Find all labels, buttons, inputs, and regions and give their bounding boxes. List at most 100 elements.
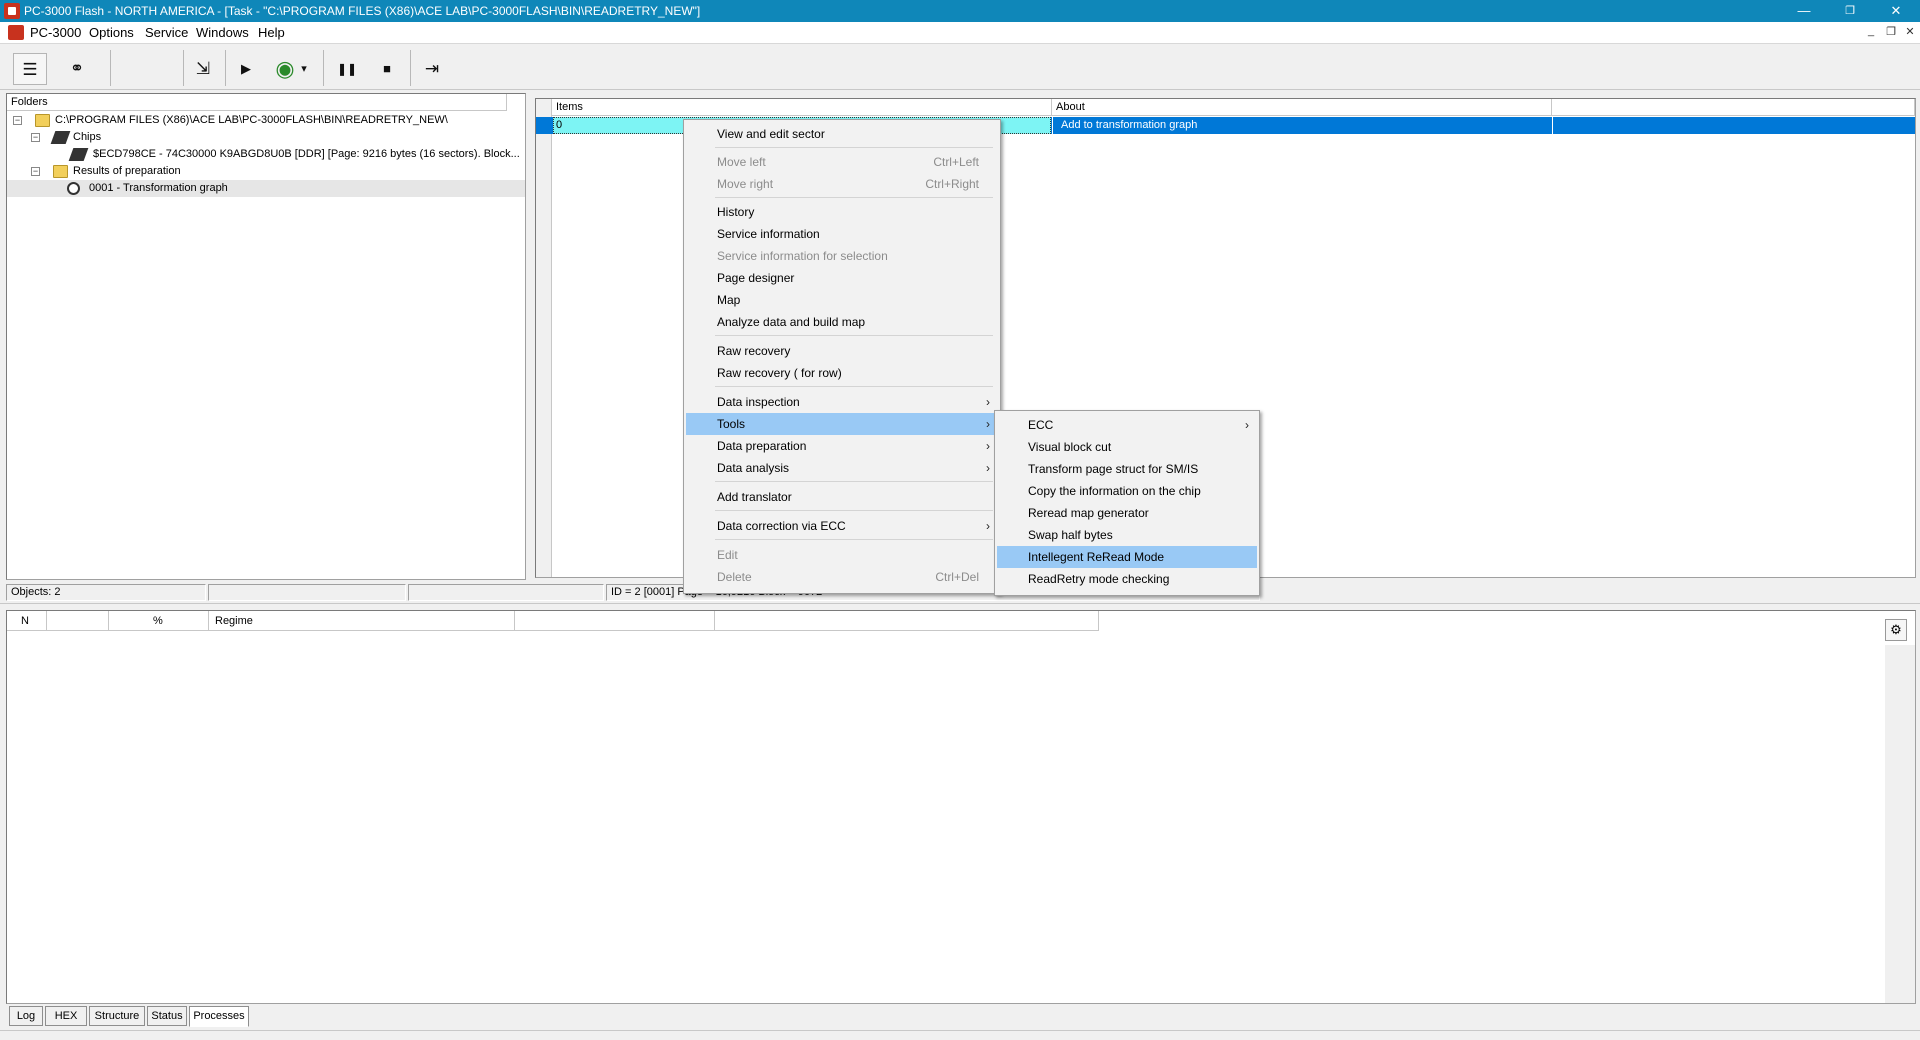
menu-separator [715,197,993,198]
panel-settings-icon[interactable]: ⚙ [1885,619,1907,641]
chevron-down-icon[interactable]: ▾ [298,53,310,85]
submenu-item-copy-information-on-chip[interactable]: Copy the information on the chip [997,480,1257,502]
mdi-minimize-button[interactable]: _ [1863,25,1879,37]
submenu-arrow-icon: › [986,461,990,475]
pc3000-logo-icon [8,25,24,40]
tab-structure[interactable]: Structure [89,1006,145,1026]
submenu-arrow-icon: › [1245,418,1249,432]
tools-submenu: ECC › Visual block cut Transform page str… [994,410,1260,596]
column-header-blank[interactable] [715,611,1099,631]
menu-options[interactable]: Options [89,25,134,40]
menu-item-service-information[interactable]: Service information [686,223,998,245]
collapse-icon[interactable]: − [13,116,22,125]
horizontal-splitter[interactable] [0,603,1920,607]
menu-help[interactable]: Help [258,25,285,40]
menu-item-edit[interactable]: Edit [686,544,998,566]
play-icon[interactable]: ▶ [229,53,263,85]
menu-item-add-translator[interactable]: Add translator [686,486,998,508]
tree-item-transformation-graph[interactable]: 0001 - Transformation graph [7,180,525,197]
submenu-item-visual-block-cut[interactable]: Visual block cut [997,436,1257,458]
menu-item-page-designer[interactable]: Page designer [686,267,998,289]
column-header-blank[interactable] [47,611,109,631]
submenu-item-reread-map-generator[interactable]: Reread map generator [997,502,1257,524]
toolbar: ☰ ⚭ ⇲ ▶ ◉ ▾ ❚❚ ■ ⇥ [0,43,1920,90]
submenu-item-readretry-mode-checking[interactable]: ReadRetry mode checking [997,568,1257,590]
submenu-item-transform-page-struct[interactable]: Transform page struct for SM/IS [997,458,1257,480]
objects-count: Objects: 2 [6,584,206,601]
tab-status[interactable]: Status [147,1006,187,1026]
tree-item-label: $ECD798CE - 74C30000 K9ABGD8U0B [DDR] [P… [93,148,520,160]
chips-icon [50,131,71,144]
tree-item-label: Chips [73,131,102,143]
stop-icon[interactable]: ■ [370,53,404,85]
binoculars-icon[interactable]: ⚭ [60,53,94,85]
column-header-about[interactable]: About [1052,99,1552,116]
exit-icon[interactable]: ⇥ [415,53,449,85]
submenu-item-ecc[interactable]: ECC › [997,414,1257,436]
menu-pc3000[interactable]: PC-3000 [30,25,81,40]
folder-open-icon [35,114,50,127]
submenu-item-intellegent-reread-mode[interactable]: Intellegent ReRead Mode [997,546,1257,568]
vertical-splitter[interactable] [528,93,533,580]
chip-icon [68,148,89,161]
menu-item-service-information-for-selection[interactable]: Service information for selection [686,245,998,267]
graph-icon [67,182,80,195]
menu-windows[interactable]: Windows [196,25,249,40]
column-header-empty [1552,99,1915,116]
export-icon[interactable]: ⇲ [186,53,220,85]
menu-item-analyze-data-and-build-map[interactable]: Analyze data and build map [686,311,998,333]
tree-item-label: Results of preparation [73,165,181,177]
menu-item-map[interactable]: Map [686,289,998,311]
menu-item-move-right[interactable]: Move right Ctrl+Right [686,173,998,195]
column-header-regime[interactable]: Regime [209,611,515,631]
status-cell [408,584,604,601]
tab-processes[interactable]: Processes [189,1006,249,1027]
collapse-icon[interactable]: − [31,133,40,142]
globe-computer-icon[interactable]: ◉ [268,53,302,85]
menu-item-data-correction-via-ecc[interactable]: Data correction via ECC › [686,515,998,537]
pause-icon[interactable]: ❚❚ [330,53,364,85]
menu-separator [715,510,993,511]
menu-bar: PC-3000 Options Service Windows Help _ ❐… [0,22,1920,43]
minimize-button[interactable]: — [1782,0,1826,22]
toolbar-separator [110,50,111,86]
menu-item-history[interactable]: History [686,201,998,223]
toolbar-separator [323,50,324,86]
menu-item-tools[interactable]: Tools › [686,413,998,435]
column-header-items[interactable]: Items [552,99,1052,116]
toolbar-separator [410,50,411,86]
submenu-arrow-icon: › [986,439,990,453]
folders-panel: Folders − C:\PROGRAM FILES (X86)\ACE LAB… [6,93,526,580]
menu-item-data-inspection[interactable]: Data inspection › [686,391,998,413]
task-icon[interactable]: ☰ [13,53,47,85]
title-bar: PC-3000 Flash - NORTH AMERICA - [Task - … [0,0,1920,22]
column-header-n[interactable]: N [7,611,47,631]
collapse-icon[interactable]: − [31,167,40,176]
column-header-blank[interactable] [515,611,715,631]
submenu-arrow-icon: › [986,519,990,533]
menu-item-data-preparation[interactable]: Data preparation › [686,435,998,457]
tab-log[interactable]: Log [9,1006,43,1026]
close-button[interactable]: ✕ [1874,0,1918,22]
menu-item-raw-recovery[interactable]: Raw recovery [686,340,998,362]
menu-item-data-analysis[interactable]: Data analysis › [686,457,998,479]
panel-side-strip [1885,645,1915,1003]
column-header-percent[interactable]: % [109,611,209,631]
folder-icon [53,165,68,178]
toolbar-separator [183,50,184,86]
menu-separator [715,481,993,482]
menu-item-raw-recovery-for-row[interactable]: Raw recovery ( for row) [686,362,998,384]
mdi-restore-button[interactable]: ❐ [1883,25,1899,38]
table-cell-about[interactable]: Add to transformation graph [1052,117,1552,134]
menu-item-view-and-edit-sector[interactable]: View and edit sector [686,123,998,145]
tab-hex[interactable]: HEX [45,1006,87,1026]
menu-separator [715,147,993,148]
menu-separator [715,335,993,336]
restore-button[interactable]: ❐ [1828,0,1872,22]
menu-item-delete[interactable]: Delete Ctrl+Del [686,566,998,588]
submenu-item-swap-half-bytes[interactable]: Swap half bytes [997,524,1257,546]
mdi-close-button[interactable]: ✕ [1902,25,1918,38]
menu-service[interactable]: Service [145,25,188,40]
submenu-arrow-icon: › [986,417,990,431]
menu-item-move-left[interactable]: Move left Ctrl+Left [686,151,998,173]
